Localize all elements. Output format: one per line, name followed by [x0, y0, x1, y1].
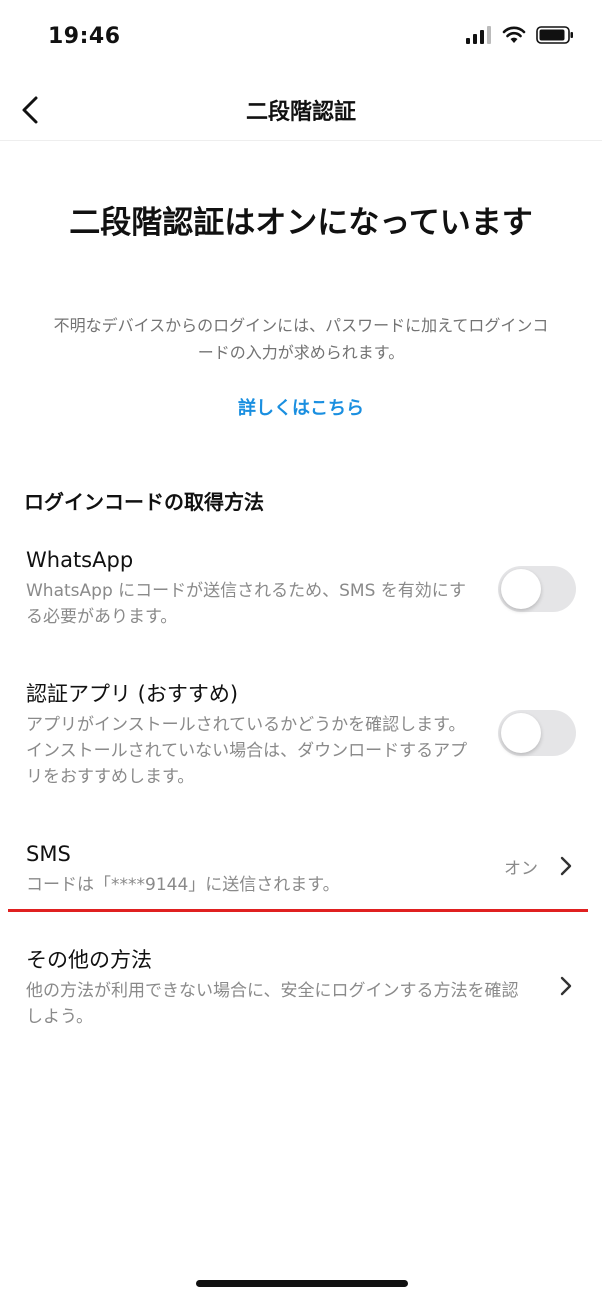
option-description: 他の方法が利用できない場合に、安全にログインする方法を確認しよう。	[26, 981, 519, 1027]
sms-status: オン	[504, 859, 538, 879]
option-other-methods[interactable]: その他の方法 他の方法が利用できない場合に、安全にログインする方法を確認しよう。	[0, 946, 602, 1036]
section-heading: ログインコードの取得方法	[24, 490, 264, 514]
option-description: アプリがインストールされているかどうかを確認します。インストールされていない場合…	[26, 715, 468, 787]
auth-app-toggle[interactable]	[498, 710, 576, 756]
chevron-right-icon	[560, 856, 572, 876]
option-title: その他の方法	[26, 948, 152, 972]
option-sms[interactable]: SMS コードは「****9144」に送信されます。 オン	[0, 840, 602, 900]
status-bar: 19:46	[0, 0, 602, 80]
cellular-signal-icon	[466, 26, 491, 44]
highlight-underline	[8, 909, 588, 912]
status-time: 19:46	[48, 24, 121, 49]
nav-title: 二段階認証	[245, 100, 356, 125]
nav-bar: 二段階認証	[0, 80, 602, 141]
home-indicator	[196, 1280, 408, 1287]
option-title: WhatsApp	[26, 548, 134, 572]
option-title: SMS	[26, 842, 71, 866]
option-title: 認証アプリ (おすすめ)	[26, 682, 239, 706]
toggle-knob	[501, 713, 541, 753]
page-description: 不明なデバイスからのログインには、パスワードに加えてログインコードの入力が求めら…	[53, 316, 549, 362]
page-title: 二段階認証はオンになっています	[69, 205, 533, 241]
option-description: WhatsApp にコードが送信されるため、SMS を有効にする必要があります。	[26, 581, 466, 627]
status-icons	[466, 26, 574, 44]
learn-more-link[interactable]: 詳しくはこちら	[0, 394, 602, 420]
chevron-right-icon	[560, 976, 572, 996]
wifi-icon	[502, 26, 526, 43]
battery-icon	[536, 26, 573, 44]
option-whatsapp[interactable]: WhatsApp WhatsApp にコードが送信されるため、SMS を有効にす…	[0, 546, 602, 636]
toggle-knob	[501, 569, 541, 609]
option-auth-app[interactable]: 認証アプリ (おすすめ) アプリがインストールされているかどうかを確認します。イ…	[0, 680, 602, 790]
whatsapp-toggle[interactable]	[498, 566, 576, 612]
option-description: コードは「****9144」に送信されます。	[26, 875, 340, 895]
